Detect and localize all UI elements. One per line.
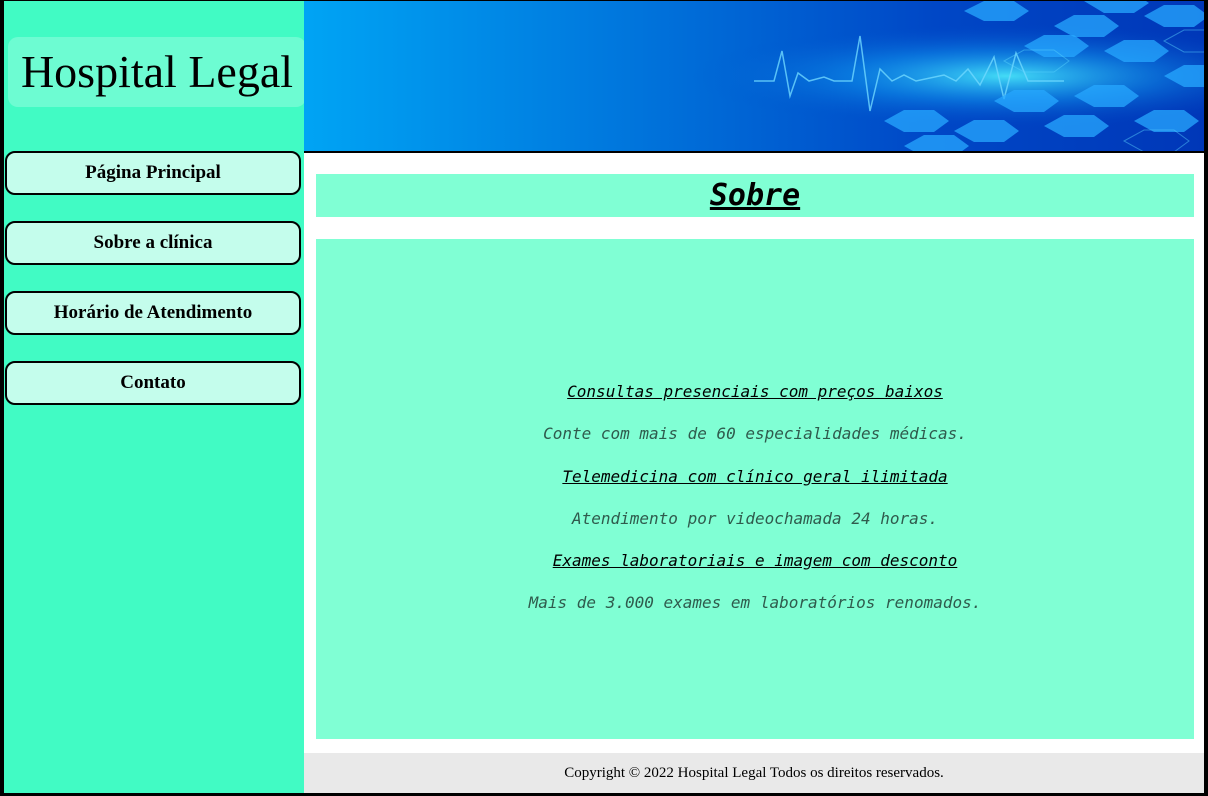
medical-hexagon-heartbeat-icon	[304, 1, 1204, 151]
nav-item-contato[interactable]: Contato	[5, 361, 301, 405]
feature-title-telemedicina[interactable]: Telemedicina com clínico geral ilimitada	[316, 467, 1194, 487]
header-banner-image	[304, 1, 1204, 151]
footer-copyright: Copyright © 2022 Hospital Legal Todos os…	[304, 753, 1204, 793]
feature-title-exames[interactable]: Exames laboratoriais e imagem com descon…	[316, 551, 1194, 571]
feature-description-exames: Mais de 3.000 exames em laboratórios ren…	[528, 593, 982, 612]
nav-item-pagina-principal[interactable]: Página Principal	[5, 151, 301, 195]
nav-item-horario-de-atendimento[interactable]: Horário de Atendimento	[5, 291, 301, 335]
section-title: Sobre	[316, 174, 1194, 217]
sidebar: Hospital Legal Página Principal Sobre a …	[4, 1, 306, 793]
feature-description-consultas: Conte com mais de 60 especialidades médi…	[543, 424, 967, 443]
site-logo-text[interactable]: Hospital Legal	[8, 37, 306, 107]
feature-title-consultas[interactable]: Consultas presenciais com preços baixos	[316, 382, 1194, 402]
about-panel: Consultas presenciais com preços baixos …	[316, 239, 1194, 739]
nav-item-sobre-a-clinica[interactable]: Sobre a clínica	[5, 221, 301, 265]
feature-description-telemedicina: Atendimento por videochamada 24 horas.	[571, 509, 939, 528]
main-content: Sobre Consultas presenciais com preços b…	[304, 153, 1204, 753]
